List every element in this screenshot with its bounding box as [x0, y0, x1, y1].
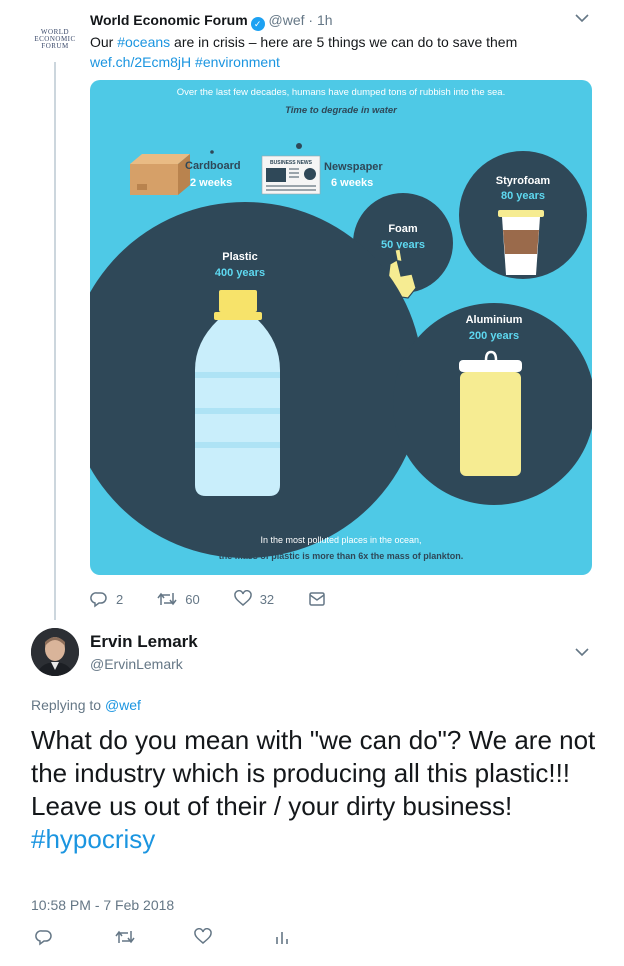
infographic-card[interactable]: Over the last few decades, humans have d… — [90, 80, 592, 575]
foam-duration: 50 years — [381, 239, 425, 251]
retweet-icon — [157, 592, 177, 606]
text-after: are in crisis – here are 5 things we can… — [170, 34, 518, 50]
author-handle[interactable]: @ErvinLemark — [90, 656, 183, 672]
tweet-time[interactable]: 1h — [317, 12, 333, 28]
retweet-count: 60 — [185, 591, 200, 607]
intro-text: Over the last few decades, humans have d… — [177, 87, 505, 98]
author-name[interactable]: World Economic Forum — [90, 12, 248, 28]
footer-line-2: the mass of plastic is more than 6x the … — [219, 551, 464, 561]
tweet-timestamp[interactable]: 10:58 PM - 7 Feb 2018 — [31, 897, 174, 913]
reply-icon — [90, 592, 107, 608]
newspaper-icon: BUSINESS NEWS — [261, 155, 321, 195]
newspaper-name: Newspaper — [324, 161, 383, 173]
plastic-duration: 400 years — [215, 267, 265, 279]
like-button[interactable]: 32 — [233, 590, 275, 608]
cardboard-dot — [210, 150, 214, 154]
author-name[interactable]: Ervin Lemark — [90, 632, 198, 652]
text-before: Our — [90, 34, 118, 50]
newspaper-dot — [296, 143, 302, 149]
tweet-actions: 2 60 32 — [90, 590, 368, 608]
replying-handle[interactable]: @wef — [105, 697, 141, 713]
dm-button[interactable] — [308, 590, 334, 608]
wef-avatar[interactable]: WORLD ECONOMIC FORUM — [30, 14, 80, 64]
replying-to: Replying to @wef — [31, 697, 141, 713]
verified-badge-icon: ✓ — [250, 17, 265, 31]
hashtag-oceans[interactable]: #oceans — [117, 34, 170, 50]
plastic-name: Plastic — [222, 251, 257, 263]
tweet-header: World Economic Forum ✓ @wef · 1h — [90, 12, 333, 31]
styrofoam-duration: 80 years — [501, 190, 545, 202]
reply-icon[interactable] — [35, 928, 53, 946]
newspaper-masthead: BUSINESS NEWS — [270, 160, 313, 166]
tweet-text: Our #oceans are in crisis – here are 5 t… — [90, 32, 590, 72]
aluminium-can-icon — [459, 350, 522, 476]
replying-prefix: Replying to — [31, 697, 102, 713]
thread-line — [54, 62, 56, 620]
subtitle-text: Time to degrade in water — [285, 105, 398, 116]
cardboard-box-icon — [130, 154, 190, 195]
author-handle[interactable]: @wef — [269, 12, 305, 28]
reply-count: 2 — [116, 591, 124, 607]
chevron-down-icon[interactable] — [575, 644, 589, 662]
chevron-down-icon[interactable] — [575, 10, 589, 28]
avatar-line-3: FORUM — [41, 41, 69, 50]
heart-icon — [233, 590, 252, 606]
foam-name: Foam — [388, 223, 418, 235]
reply-body: What do you mean with "we can do"? We ar… — [31, 725, 596, 821]
tweet-link[interactable]: wef.ch/2Ecm8jH — [90, 54, 191, 70]
retweet-button[interactable]: 60 — [157, 590, 200, 608]
envelope-icon — [309, 592, 325, 606]
heart-icon[interactable] — [194, 928, 212, 946]
reply-text: What do you mean with "we can do"? We ar… — [31, 724, 601, 856]
retweet-icon[interactable] — [115, 928, 135, 946]
newspaper-duration: 6 weeks — [331, 177, 373, 189]
hashtag-environment[interactable]: #environment — [195, 54, 280, 70]
separator: · — [308, 12, 314, 28]
analytics-icon[interactable] — [274, 928, 290, 946]
aluminium-duration: 200 years — [469, 330, 519, 342]
reply-button[interactable]: 2 — [90, 590, 123, 608]
aluminium-name: Aluminium — [466, 314, 523, 326]
footer-line-1: In the most polluted places in the ocean… — [260, 535, 421, 545]
ervin-avatar[interactable] — [31, 628, 79, 676]
reply-actions — [31, 928, 331, 952]
cardboard-name: Cardboard — [185, 160, 241, 172]
cardboard-duration: 2 weeks — [190, 177, 232, 189]
styrofoam-name: Styrofoam — [496, 175, 551, 187]
like-count: 32 — [259, 591, 275, 607]
hashtag-hypocrisy[interactable]: #hypocrisy — [31, 823, 601, 856]
